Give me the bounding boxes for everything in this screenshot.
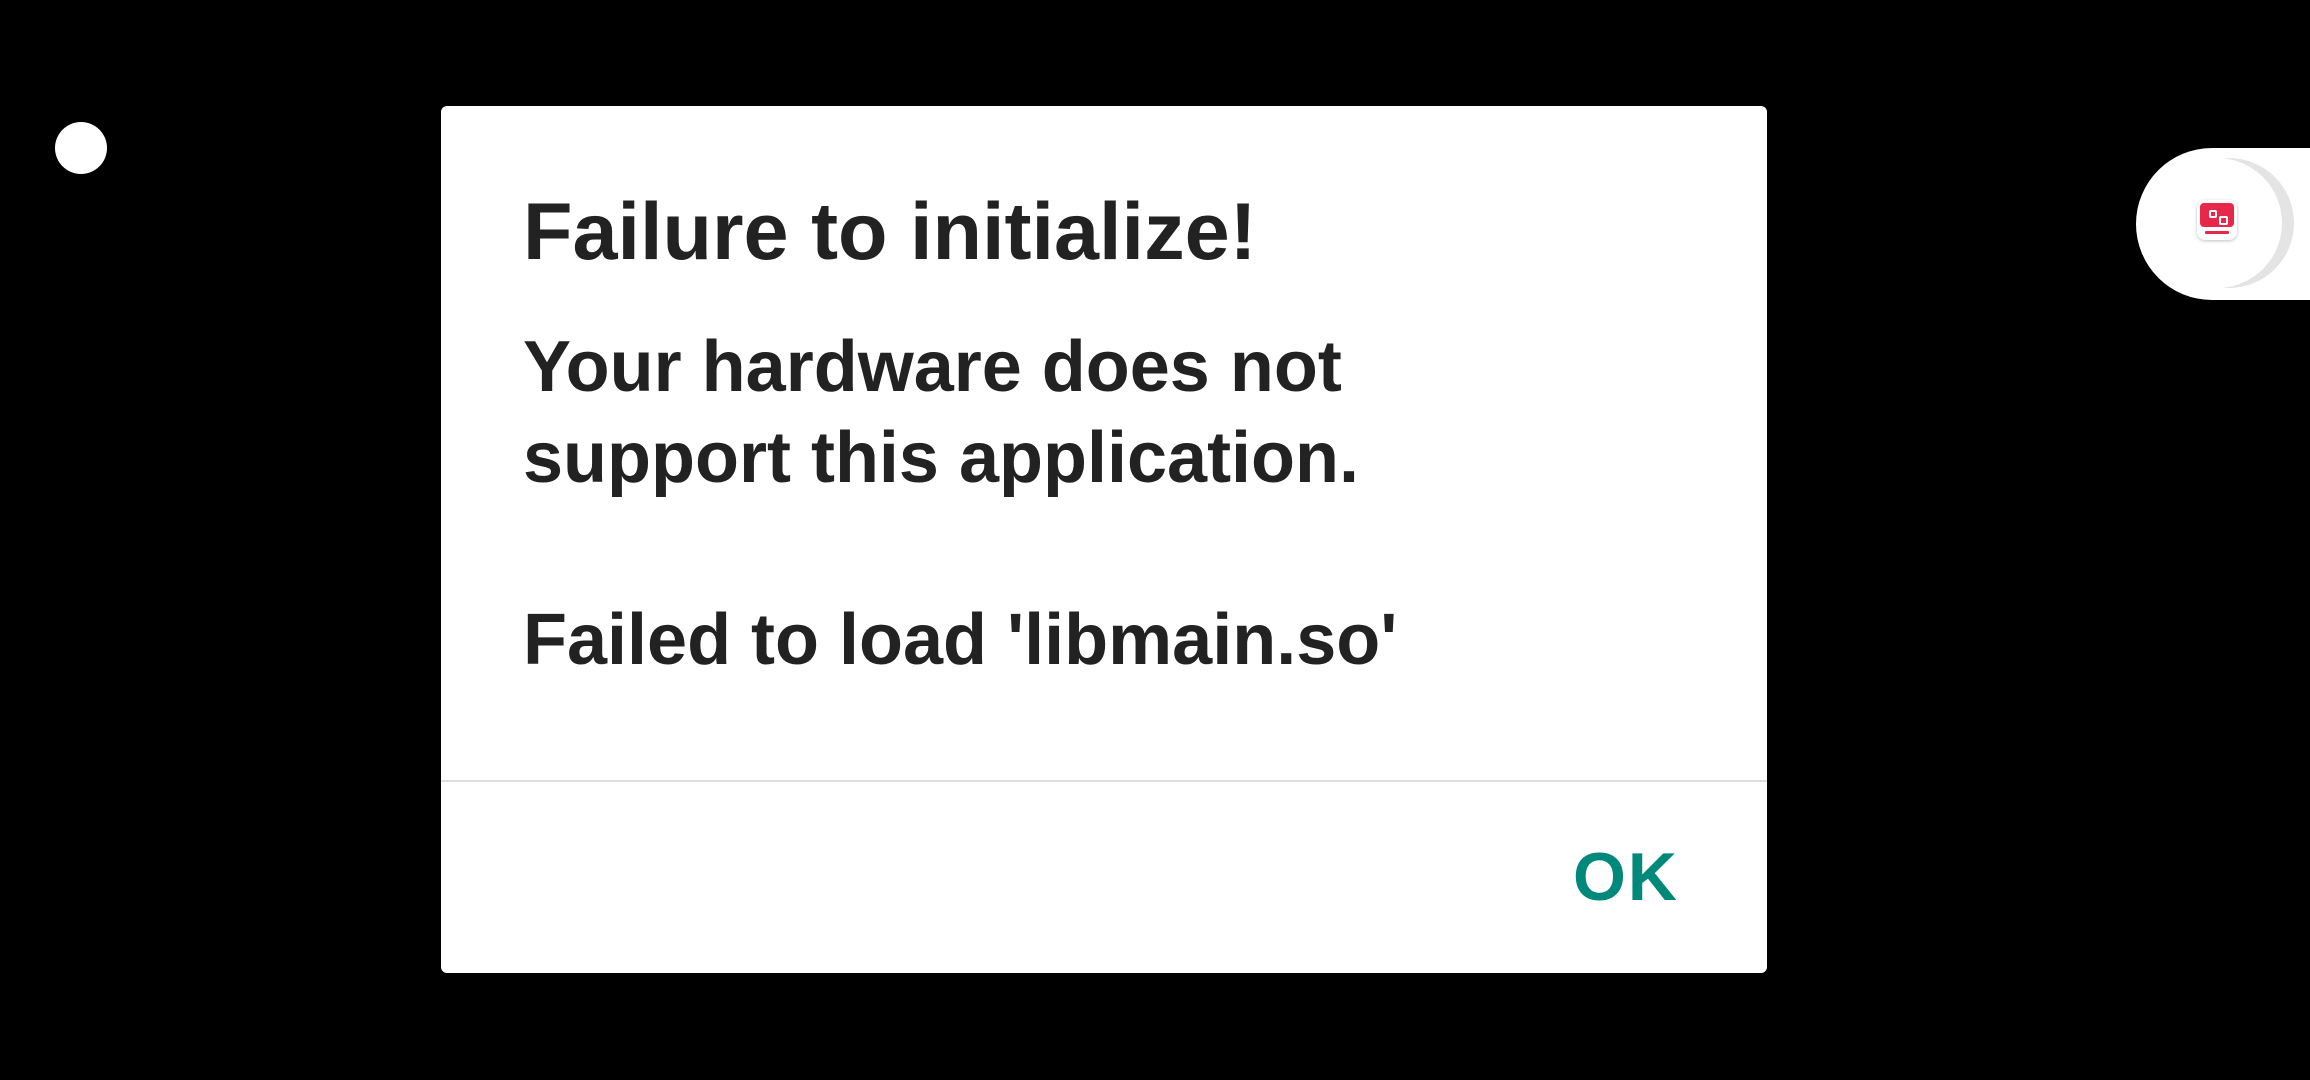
floating-app-bubble[interactable] bbox=[2136, 148, 2310, 300]
app-icon-top bbox=[2200, 203, 2234, 227]
floating-bubble-circle[interactable] bbox=[2152, 158, 2282, 288]
dialog-title: Failure to initialize! bbox=[523, 187, 1257, 277]
camera-cutout bbox=[55, 122, 107, 174]
app-shortcut-icon[interactable] bbox=[2197, 200, 2237, 240]
ok-button[interactable]: OK bbox=[1573, 838, 1679, 916]
screen: Failure to initialize! Your hardware doe… bbox=[0, 0, 2310, 1080]
app-icon-mark bbox=[2209, 210, 2217, 218]
dialog-divider bbox=[441, 780, 1767, 782]
app-icon-mark bbox=[2219, 216, 2228, 225]
alert-dialog: Failure to initialize! Your hardware doe… bbox=[441, 106, 1767, 973]
dialog-message: Your hardware does not support this appl… bbox=[523, 327, 1398, 680]
app-icon-label-bar bbox=[2205, 231, 2229, 234]
